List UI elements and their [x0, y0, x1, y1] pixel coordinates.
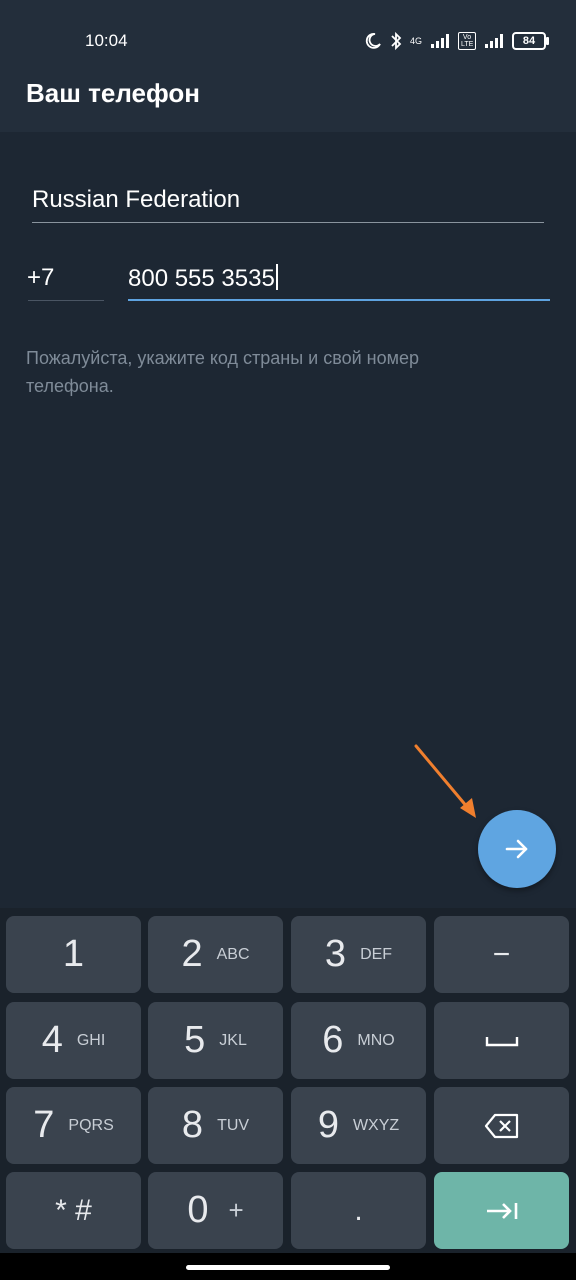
home-indicator[interactable] [186, 1265, 390, 1270]
key-digit: 5 [184, 1019, 206, 1061]
key-9[interactable]: 9 WXYZ [291, 1087, 426, 1164]
key-digit: 8 [181, 1104, 204, 1146]
key-digit: . [354, 1193, 363, 1227]
app-bar: Ваш телефон [0, 56, 576, 132]
bluetooth-icon [391, 31, 402, 51]
moon-icon [365, 33, 381, 49]
country-field[interactable]: Russian Federation [32, 186, 240, 214]
signal-icon-2 [485, 34, 503, 48]
key-digit: − [492, 937, 511, 971]
status-time: 10:04 [85, 31, 128, 50]
page-title: Ваш телефон [26, 78, 200, 108]
key-digit: 1 [62, 933, 85, 975]
key-2[interactable]: 2 ABC [148, 916, 283, 993]
key-3[interactable]: 3 DEF [291, 916, 426, 993]
status-icons: 4G Vo LTE 84 [364, 28, 549, 54]
key-next[interactable] [434, 1172, 569, 1249]
key-backspace[interactable] [434, 1087, 569, 1164]
key-6[interactable]: 6 MNO [291, 1002, 426, 1079]
key-letters: + [228, 1195, 244, 1225]
key-minus[interactable]: − [434, 916, 569, 993]
key-letters: JKL [219, 1031, 247, 1049]
key-star-hash[interactable]: * # [6, 1172, 141, 1249]
key-0[interactable]: 0 + [148, 1172, 283, 1249]
phone-number-value: 800 555 3535 [128, 265, 275, 292]
hint-text: Пожалуйста, укажите код страны и свой но… [26, 348, 420, 396]
phone-number-field[interactable]: 800 555 3535 [128, 264, 278, 293]
numeric-keyboard: 1 2 ABC 3 DEF − 4 GHI 5 JKL 6 MNO 7 PQRS… [0, 908, 576, 1253]
tab-next-icon [486, 1202, 517, 1219]
arrow-right-icon [505, 839, 528, 859]
key-letters: MNO [357, 1031, 395, 1049]
country-code-underline [28, 300, 104, 301]
key-digit: 4 [41, 1019, 63, 1061]
text-caret [275, 264, 278, 290]
key-8[interactable]: 8 TUV [148, 1087, 283, 1164]
key-letters: PQRS [68, 1116, 114, 1134]
key-4[interactable]: 4 GHI [6, 1002, 141, 1079]
key-digit: 3 [324, 933, 347, 975]
key-1[interactable]: 1 [6, 916, 141, 993]
key-5[interactable]: 5 JKL [148, 1002, 283, 1079]
key-digit: 6 [322, 1019, 344, 1061]
key-digit: 9 [317, 1104, 339, 1146]
key-digit: 0 [187, 1189, 209, 1231]
key-7[interactable]: 7 PQRS [6, 1087, 141, 1164]
key-letters: WXYZ [352, 1116, 400, 1134]
backspace-icon [484, 1113, 518, 1138]
key-letters: TUV [217, 1116, 250, 1134]
key-dot[interactable]: . [291, 1172, 426, 1249]
status-bar: 10:04 4G Vo LTE 84 [0, 0, 576, 56]
key-digit: * # [55, 1193, 92, 1227]
phone-number-underline [128, 299, 550, 301]
key-space[interactable] [434, 1002, 569, 1079]
battery-icon: 84 [512, 32, 549, 50]
network-type-label: 4G [409, 35, 422, 46]
key-digit: 2 [181, 933, 203, 975]
volte-badge: Vo LTE [458, 32, 476, 50]
signal-icon [431, 34, 449, 48]
key-letters: DEF [360, 945, 393, 963]
country-underline [32, 222, 544, 223]
space-icon [485, 1036, 518, 1046]
annotation-arrow-icon [414, 744, 476, 818]
navigation-bar [0, 1253, 576, 1280]
key-letters: ABC [216, 945, 250, 963]
country-code-field[interactable]: +7 [27, 264, 54, 292]
key-digit: 7 [33, 1104, 55, 1146]
next-button[interactable] [478, 810, 556, 888]
key-letters: GHI [76, 1031, 106, 1049]
